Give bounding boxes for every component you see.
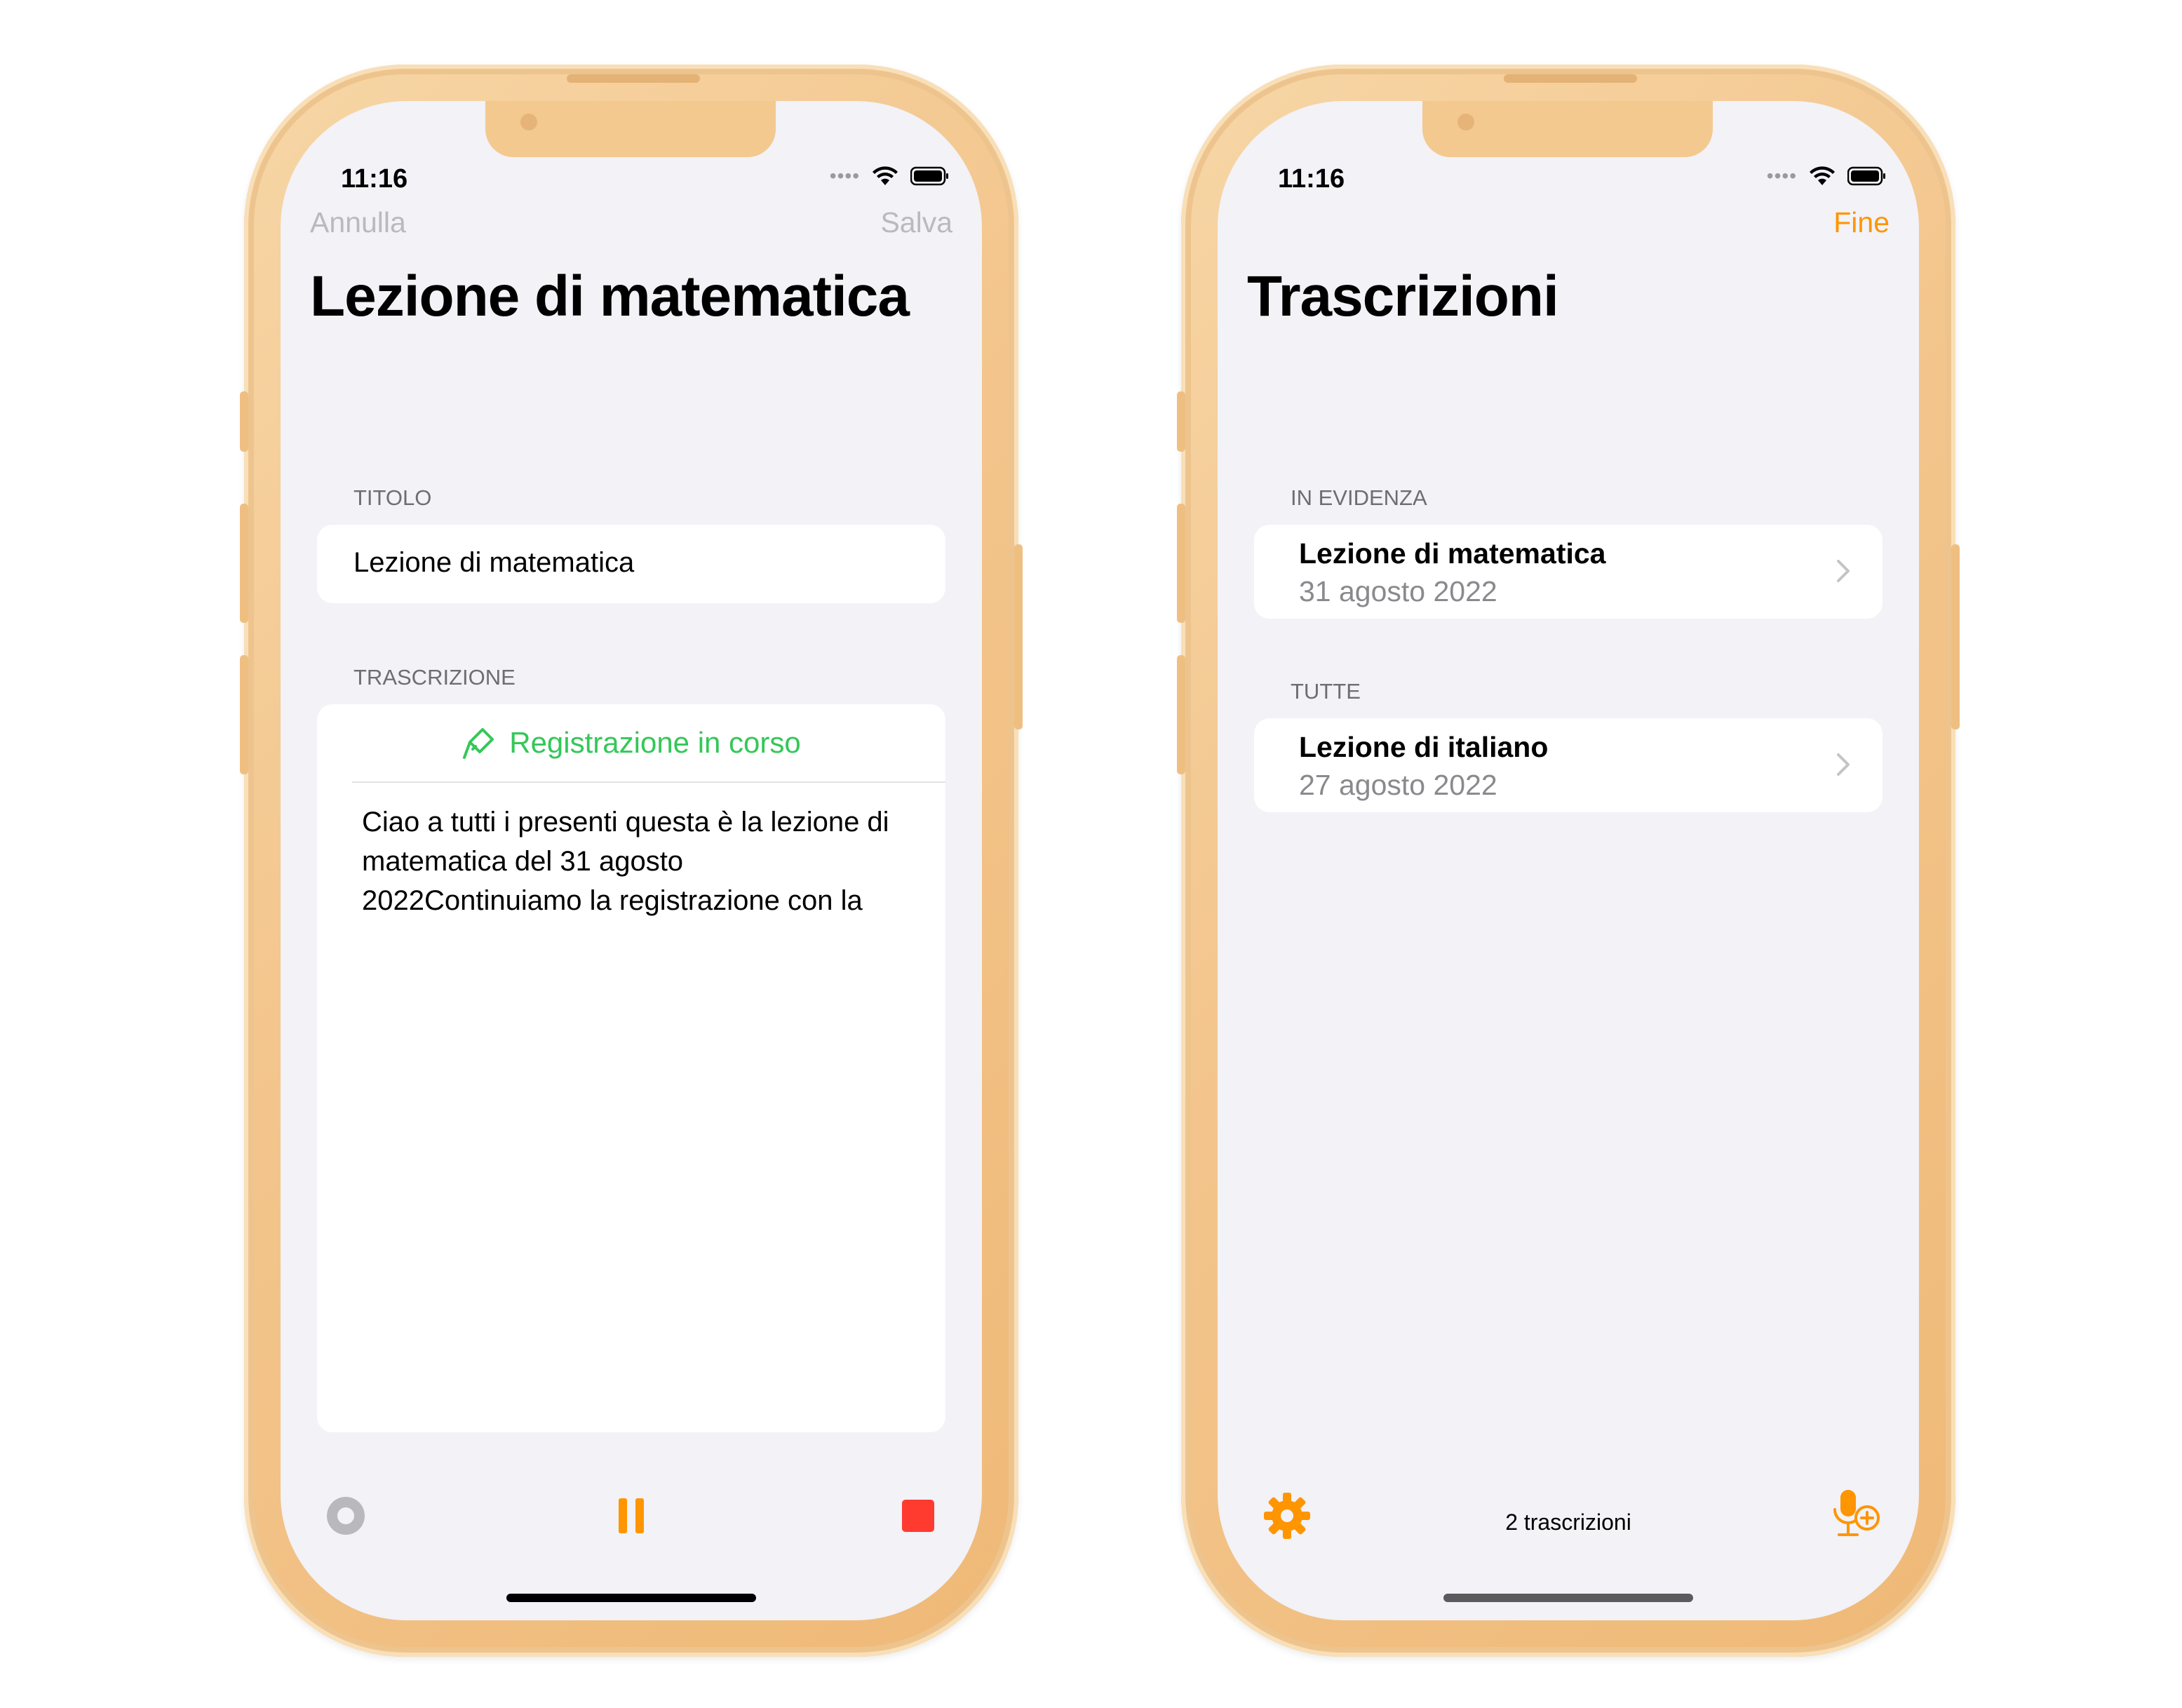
status-icons: •••• [1767,166,1887,187]
mic-plus-icon[interactable] [1828,1487,1883,1543]
section-header-transcript: TRASCRIZIONE [353,665,516,690]
pause-icon[interactable] [614,1497,648,1535]
screen: 11:16 •••• Fine Trascrizioni IN EVIDENZA [1218,101,1919,1620]
camera-icon [520,114,537,130]
chevron-right-icon [1837,753,1850,776]
divider [352,781,945,783]
page-title: Trascrizioni [1247,264,1559,328]
status-time: 11:16 [1278,164,1345,194]
volume-up-button [240,504,248,623]
chevron-right-icon [1837,560,1850,582]
recording-status: Registrazione in corso [317,704,945,781]
item-date: 27 agosto 2022 [1299,769,1497,801]
featured-list: Lezione di matematica 31 agosto 2022 [1254,525,1883,619]
all-list: Lezione di italiano 27 agosto 2022 [1254,718,1883,812]
cancel-button[interactable]: Annulla [310,206,406,239]
status-icons: •••• [830,166,950,187]
stage: 11:16 •••• Annulla Salva Lezione di mate… [0,0,2182,1708]
phone-transcriptions: 11:16 •••• Fine Trascrizioni IN EVIDENZA [1177,65,1960,1657]
item-title: Lezione di matematica [1299,537,1606,570]
item-date: 31 agosto 2022 [1299,575,1497,607]
phone-recording: 11:16 •••• Annulla Salva Lezione di mate… [240,65,1023,1657]
list-item[interactable]: Lezione di matematica 31 agosto 2022 [1254,525,1883,619]
battery-icon [1847,166,1885,186]
power-button [1951,544,1960,729]
wifi-icon [873,166,898,185]
volume-up-button [1177,504,1185,623]
transcription-count: 2 trascrizioni [1505,1509,1631,1535]
power-button [1014,544,1023,729]
volume-down-button [1177,655,1185,774]
section-header-featured: IN EVIDENZA [1291,485,1427,510]
section-header-title: TITOLO [353,485,432,510]
signal-icon: •••• [829,165,860,187]
notch [485,101,776,157]
signal-icon: •••• [1766,165,1797,187]
volume-down-button [240,655,248,774]
save-button[interactable]: Salva [880,206,952,239]
speaker-grille [567,74,700,83]
recording-status-label: Registrazione in corso [509,726,801,759]
mute-switch [240,391,248,452]
camera-icon [1457,114,1474,130]
battery-icon [910,166,948,186]
home-indicator [1443,1594,1693,1602]
mute-switch [1177,391,1185,452]
notch [1422,101,1713,157]
section-header-all: TUTTE [1291,679,1361,704]
waveform-mic-icon [463,728,494,759]
speaker-grille [1504,74,1637,83]
status-time: 11:16 [341,164,408,194]
item-title: Lezione di italiano [1299,731,1549,763]
screen: 11:16 •••• Annulla Salva Lezione di mate… [281,101,982,1620]
list-item[interactable]: Lezione di italiano 27 agosto 2022 [1254,718,1883,812]
title-field-card[interactable]: Lezione di matematica [317,525,945,603]
record-circle-icon[interactable] [324,1494,368,1538]
stop-icon[interactable] [901,1498,936,1533]
page-title: Lezione di matematica [310,264,910,328]
home-indicator [506,1594,756,1602]
title-field[interactable]: Lezione di matematica [353,547,634,579]
transcript-card: Registrazione in corso Ciao a tutti i pr… [317,704,945,1432]
transcript-text[interactable]: Ciao a tutti i presenti questa è la lezi… [362,802,909,920]
done-button[interactable]: Fine [1833,206,1890,239]
wifi-icon [1810,166,1835,185]
